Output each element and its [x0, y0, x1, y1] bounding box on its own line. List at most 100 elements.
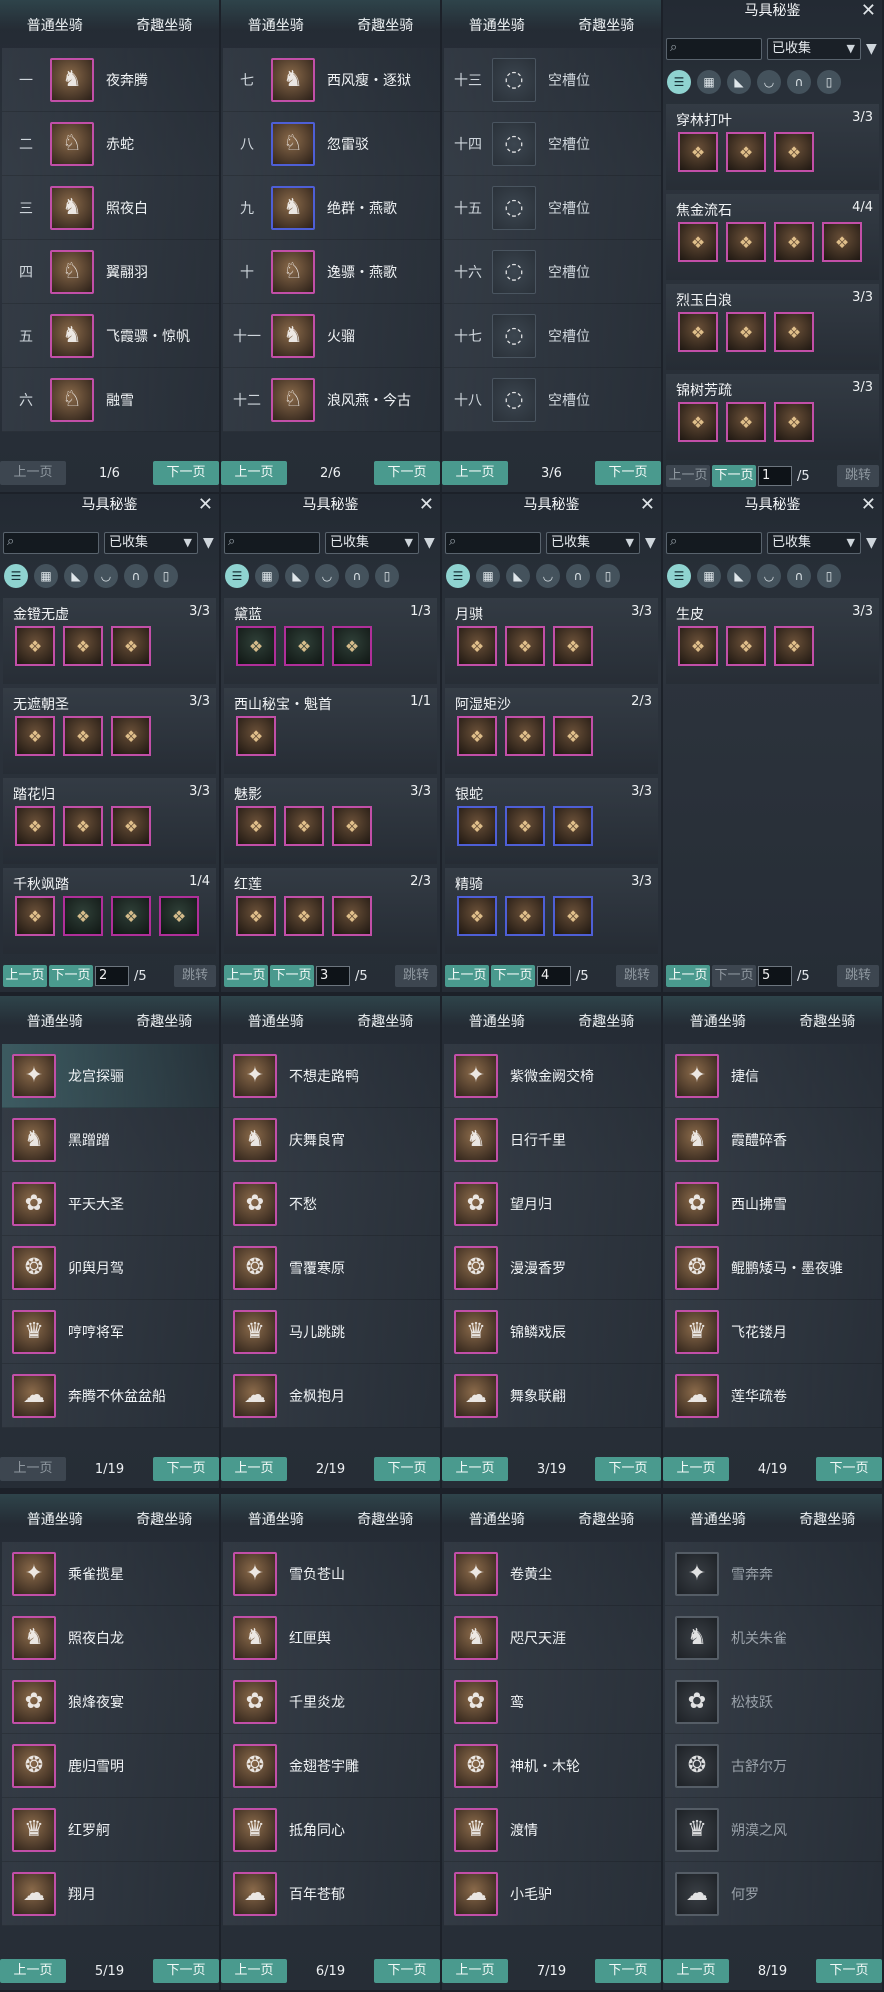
gear-set-card[interactable]: 穿林打叶 3/3 ❖ ❖ ❖: [666, 104, 879, 190]
next-page-button[interactable]: 下一页: [153, 461, 219, 485]
tab-special-mounts[interactable]: 奇趣坐骑: [331, 1008, 441, 1036]
gear-item-icon[interactable]: ❖: [284, 626, 324, 666]
collection-filter-dropdown[interactable]: 已收集 ▼: [104, 532, 198, 554]
prev-page-button[interactable]: 上一页: [663, 1959, 729, 1983]
slot-row[interactable]: 十一 ♞ 火骝: [223, 304, 440, 368]
special-mount-row[interactable]: ♞ 机关朱雀: [665, 1606, 882, 1670]
grid-icon[interactable]: ▦: [697, 564, 721, 588]
search-input[interactable]: ⌕: [666, 532, 762, 554]
special-mount-row[interactable]: ☁ 何罗: [665, 1862, 882, 1926]
jump-button[interactable]: 跳转: [616, 965, 658, 987]
search-input[interactable]: ⌕: [224, 532, 320, 554]
chest-gear-icon[interactable]: ◡: [94, 564, 118, 588]
gear-item-icon[interactable]: ❖: [553, 626, 593, 666]
gear-item-icon[interactable]: ❖: [553, 896, 593, 936]
filter-icon[interactable]: ▼: [866, 41, 877, 57]
saddle-icon[interactable]: ▯: [154, 564, 178, 588]
gear-set-card[interactable]: 焦金流石 4/4 ❖ ❖ ❖ ❖: [666, 194, 879, 280]
slot-row[interactable]: 六 ♘ 融雪: [2, 368, 219, 432]
gear-item-icon[interactable]: ❖: [284, 896, 324, 936]
prev-page-button[interactable]: 上一页: [0, 1457, 66, 1481]
special-mount-row[interactable]: ♞ 照夜白龙: [2, 1606, 219, 1670]
next-page-button[interactable]: 下一页: [712, 465, 756, 487]
page-input[interactable]: 3: [316, 966, 350, 986]
slot-row[interactable]: 八 ♘ 忽雷驳: [223, 112, 440, 176]
next-page-button[interactable]: 下一页: [374, 461, 440, 485]
special-mount-row[interactable]: ❂ 漫漫香罗: [444, 1236, 661, 1300]
jump-button[interactable]: 跳转: [174, 965, 216, 987]
gear-item-icon[interactable]: ❖: [236, 896, 276, 936]
special-mount-row[interactable]: ✿ 望月归: [444, 1172, 661, 1236]
next-page-button[interactable]: 下一页: [595, 1959, 661, 1983]
slot-row[interactable]: 十二 ♘ 浪风燕・今古: [223, 368, 440, 432]
search-input[interactable]: ⌕: [666, 38, 762, 60]
prev-page-button[interactable]: 上一页: [445, 965, 489, 987]
slot-row[interactable]: 九 ♞ 绝群・燕歌: [223, 176, 440, 240]
saddle-icon[interactable]: ▯: [817, 70, 841, 94]
slot-row[interactable]: 一 ♞ 夜奔腾: [2, 48, 219, 112]
prev-page-button[interactable]: 上一页: [0, 461, 66, 485]
special-mount-row[interactable]: ✿ 千里炎龙: [223, 1670, 440, 1734]
saddle-icon[interactable]: ▯: [817, 564, 841, 588]
special-mount-row[interactable]: ❂ 鹿归雪明: [2, 1734, 219, 1798]
special-mount-row[interactable]: ✿ 不愁: [223, 1172, 440, 1236]
special-mount-row[interactable]: ❂ 鲲鹏矮马・墨夜骓: [665, 1236, 882, 1300]
special-mount-row[interactable]: ♞ 庆舞良宵: [223, 1108, 440, 1172]
collection-filter-dropdown[interactable]: 已收集 ▼: [546, 532, 640, 554]
special-mount-row[interactable]: ✿ 鸾: [444, 1670, 661, 1734]
gear-item-icon[interactable]: ❖: [457, 806, 497, 846]
gear-item-icon[interactable]: ❖: [774, 402, 814, 442]
gear-item-icon[interactable]: ❖: [774, 222, 814, 262]
gear-item-icon[interactable]: ❖: [678, 132, 718, 172]
special-mount-row[interactable]: ♛ 马儿跳跳: [223, 1300, 440, 1364]
tab-special-mounts[interactable]: 奇趣坐骑: [552, 12, 662, 40]
special-mount-row[interactable]: ♞ 黑蹭蹭: [2, 1108, 219, 1172]
tab-special-mounts[interactable]: 奇趣坐骑: [110, 1506, 220, 1534]
horseshoe-icon[interactable]: ∩: [787, 70, 811, 94]
tab-special-mounts[interactable]: 奇趣坐骑: [773, 1506, 883, 1534]
prev-page-button[interactable]: 上一页: [666, 965, 710, 987]
special-mount-row[interactable]: ☁ 翔月: [2, 1862, 219, 1926]
prev-page-button[interactable]: 上一页: [221, 461, 287, 485]
horseshoe-icon[interactable]: ∩: [345, 564, 369, 588]
gear-item-icon[interactable]: ❖: [236, 716, 276, 756]
head-gear-icon[interactable]: ◣: [727, 564, 751, 588]
slot-row[interactable]: 十 ♘ 逸骠・燕歌: [223, 240, 440, 304]
head-gear-icon[interactable]: ◣: [64, 564, 88, 588]
gear-set-card[interactable]: 阿湿矩沙 2/3 ❖ ❖ ❖: [445, 688, 658, 774]
gear-item-icon[interactable]: ❖: [774, 132, 814, 172]
grid-icon[interactable]: ▦: [255, 564, 279, 588]
tab-normal-mounts[interactable]: 普通坐骑: [663, 1506, 773, 1534]
special-mount-row[interactable]: ❂ 神机・木轮: [444, 1734, 661, 1798]
next-page-button[interactable]: 下一页: [816, 1959, 882, 1983]
gear-set-card[interactable]: 无遮朝圣 3/3 ❖ ❖ ❖: [3, 688, 216, 774]
gear-set-card[interactable]: 精骑 3/3 ❖ ❖ ❖: [445, 868, 658, 954]
list-icon[interactable]: ☰: [667, 70, 691, 94]
tab-normal-mounts[interactable]: 普通坐骑: [221, 12, 331, 40]
tab-special-mounts[interactable]: 奇趣坐骑: [773, 1008, 883, 1036]
gear-item-icon[interactable]: ❖: [111, 626, 151, 666]
horseshoe-icon[interactable]: ∩: [787, 564, 811, 588]
collection-filter-dropdown[interactable]: 已收集 ▼: [767, 532, 861, 554]
special-mount-row[interactable]: ♞ 日行千里: [444, 1108, 661, 1172]
gear-item-icon[interactable]: ❖: [15, 896, 55, 936]
special-mount-row[interactable]: ♛ 飞花镂月: [665, 1300, 882, 1364]
slot-row[interactable]: 十八 ◌ 空槽位: [444, 368, 661, 432]
slot-row[interactable]: 四 ♘ 翼翮羽: [2, 240, 219, 304]
slot-row[interactable]: 三 ♞ 照夜白: [2, 176, 219, 240]
special-mount-row[interactable]: ❂ 卯舆月驾: [2, 1236, 219, 1300]
gear-item-icon[interactable]: ❖: [63, 896, 103, 936]
special-mount-row[interactable]: ✦ 雪奔奔: [665, 1542, 882, 1606]
next-page-button[interactable]: 下一页: [595, 1457, 661, 1481]
gear-item-icon[interactable]: ❖: [553, 716, 593, 756]
special-mount-row[interactable]: ♛ 渡情: [444, 1798, 661, 1862]
special-mount-row[interactable]: ☁ 百年苍郁: [223, 1862, 440, 1926]
tab-special-mounts[interactable]: 奇趣坐骑: [552, 1506, 662, 1534]
gear-item-icon[interactable]: ❖: [726, 312, 766, 352]
slot-row[interactable]: 十三 ◌ 空槽位: [444, 48, 661, 112]
special-mount-row[interactable]: ♛ 朔漠之风: [665, 1798, 882, 1862]
gear-set-card[interactable]: 红莲 2/3 ❖ ❖ ❖: [224, 868, 437, 954]
gear-set-card[interactable]: 生皮 3/3 ❖ ❖ ❖: [666, 598, 879, 684]
special-mount-row[interactable]: ♞ 红匣舆: [223, 1606, 440, 1670]
gear-set-card[interactable]: 金镫无虚 3/3 ❖ ❖ ❖: [3, 598, 216, 684]
